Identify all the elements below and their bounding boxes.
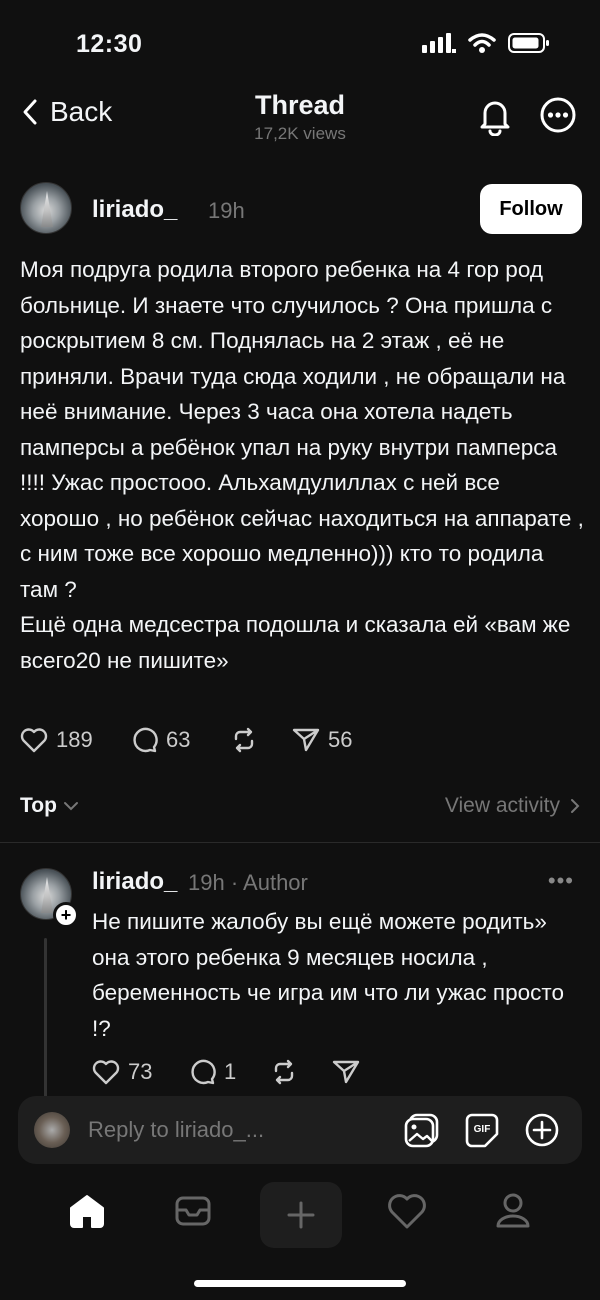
- heart-icon: [92, 1060, 120, 1085]
- tab-home[interactable]: [66, 1190, 108, 1237]
- like-count: 189: [56, 727, 93, 752]
- reply-meta: 19h · Author: [188, 870, 308, 895]
- post-actions: 189 63 56: [20, 726, 352, 754]
- reply-text: Не пишите жалобу вы ещё можете родить» о…: [92, 909, 564, 1041]
- add-button[interactable]: [524, 1112, 560, 1153]
- tab-activity[interactable]: [386, 1190, 428, 1237]
- comment-count: 63: [166, 727, 191, 752]
- view-activity-label: View activity: [444, 794, 560, 817]
- my-avatar: [34, 1112, 70, 1148]
- avatar[interactable]: [20, 182, 72, 234]
- follow-button[interactable]: Follow: [480, 184, 582, 234]
- tab-profile[interactable]: [492, 1190, 534, 1237]
- sort-label: Top: [20, 794, 57, 817]
- chevron-right-icon: [571, 799, 580, 813]
- send-icon: [332, 1060, 360, 1084]
- status-bar: 12:30: [0, 0, 600, 90]
- tab-bar: [0, 1180, 600, 1252]
- post-body: Моя подруга родила второго ребенка на 4 …: [20, 252, 585, 678]
- post-time: 19h: [208, 198, 245, 223]
- reply-share-button[interactable]: [332, 1059, 360, 1085]
- reply-comment-count: 1: [224, 1059, 237, 1084]
- send-icon: [292, 728, 320, 752]
- repost-button[interactable]: [230, 726, 292, 754]
- person-icon: [496, 1193, 530, 1228]
- plus-icon: [287, 1201, 315, 1229]
- heart-icon: [20, 728, 48, 753]
- post-paragraph: Моя подруга родила второго ребенка на 4 …: [20, 257, 584, 602]
- wifi-icon: [468, 33, 496, 53]
- reply-username[interactable]: liriado_: [92, 868, 177, 896]
- reply-like-button[interactable]: 73: [92, 1059, 188, 1085]
- status-time: 12:30: [76, 30, 143, 58]
- share-button[interactable]: 56: [292, 727, 352, 753]
- plus-circle-icon: [525, 1113, 559, 1147]
- reply-actions: 73 1: [92, 1058, 360, 1086]
- status-icons: [422, 32, 550, 54]
- heart-icon: [388, 1194, 426, 1229]
- post-header: liriado_ 19h Follow: [20, 182, 582, 238]
- home-icon: [70, 1195, 104, 1228]
- notifications-button[interactable]: [477, 96, 513, 141]
- signal-icon: [422, 33, 456, 53]
- image-icon: [404, 1113, 439, 1148]
- inbox-icon: [175, 1196, 211, 1226]
- view-activity-link[interactable]: View activity: [445, 794, 580, 818]
- reply-input[interactable]: [88, 1112, 388, 1148]
- comment-icon: [191, 1059, 216, 1085]
- tab-inbox[interactable]: [172, 1190, 214, 1237]
- top-nav: Back Thread 17,2K views: [0, 86, 600, 150]
- image-button[interactable]: [404, 1112, 440, 1153]
- follow-plus-badge[interactable]: +: [53, 902, 79, 928]
- home-indicator: [194, 1280, 406, 1287]
- comment-icon: [133, 727, 158, 753]
- post-paragraph: Ещё одна медсестра подошла и сказала ей …: [20, 612, 571, 673]
- gif-icon: GIF: [465, 1113, 499, 1148]
- svg-text:GIF: GIF: [474, 1124, 491, 1135]
- chevron-down-icon: [63, 802, 78, 811]
- like-button[interactable]: 189: [20, 727, 130, 753]
- more-circle-icon: [540, 97, 576, 133]
- sort-dropdown[interactable]: Top: [20, 794, 79, 818]
- battery-icon: [508, 33, 549, 53]
- repost-icon: [234, 727, 254, 753]
- more-options-button[interactable]: [539, 96, 577, 139]
- share-count: 56: [328, 727, 353, 752]
- reply-like-count: 73: [128, 1059, 153, 1084]
- divider: [0, 842, 600, 843]
- gif-button[interactable]: GIF: [464, 1112, 500, 1153]
- reply-bar: GIF: [18, 1096, 582, 1164]
- reply-comment-button[interactable]: 1: [188, 1058, 270, 1086]
- post-username[interactable]: liriado_: [92, 196, 177, 224]
- bell-icon: [480, 101, 510, 137]
- repost-icon: [274, 1059, 294, 1085]
- reply-more-button[interactable]: •••: [548, 868, 574, 894]
- reply-repost-button[interactable]: [270, 1058, 332, 1086]
- sort-row: Top View activity: [20, 794, 580, 826]
- comment-button[interactable]: 63: [130, 726, 230, 754]
- tab-create[interactable]: [260, 1182, 342, 1248]
- reply-item: + liriado_ 19h · Author ••• Не пишите жа…: [20, 866, 582, 1106]
- thread-line: [44, 938, 47, 1098]
